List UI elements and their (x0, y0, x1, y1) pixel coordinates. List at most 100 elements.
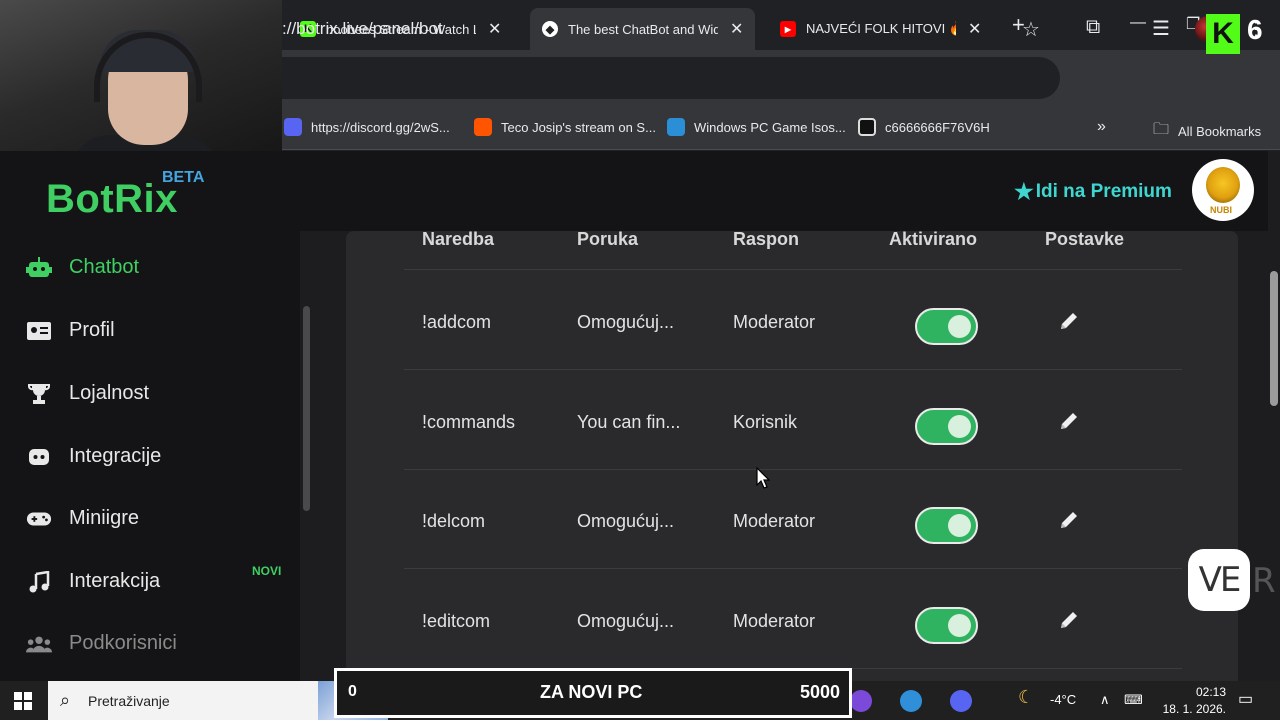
bookmark-c666[interactable]: c6666666F76V6H (858, 118, 990, 136)
sidebar-item-podkorisnici[interactable]: Podkorisnici (26, 632, 177, 655)
keyboard-icon[interactable]: ⌨ (1124, 692, 1143, 708)
avatar-text: NUBI (1210, 205, 1232, 215)
bookmark-soundcloud[interactable]: Teco Josip's stream on S... (474, 118, 656, 136)
edit-pencil-icon[interactable] (1058, 410, 1080, 432)
bee-logo-icon (1206, 167, 1240, 203)
address-bar[interactable] (240, 57, 1060, 99)
edit-pencil-icon[interactable] (1058, 509, 1080, 531)
kick-logo-overlay: K (1206, 14, 1240, 54)
search-placeholder: Pretraživanje (88, 693, 170, 709)
range-cell: Moderator (733, 511, 816, 531)
soundcloud-icon (474, 118, 492, 136)
folder-icon: 🗀 (1153, 121, 1170, 138)
toggle-knob (948, 315, 971, 338)
mouse-cursor-icon (756, 467, 770, 489)
sidebar-item-label: Integracije (69, 445, 162, 467)
enabled-toggle[interactable] (915, 408, 978, 445)
tab-title: The best ChatBot and Widg (568, 21, 718, 37)
enabled-toggle[interactable] (915, 308, 978, 345)
close-tab-icon[interactable]: ✕ (730, 19, 743, 39)
extensions-icon[interactable]: ⧉ (1086, 16, 1100, 39)
robot-icon (26, 256, 52, 279)
toggle-knob (948, 514, 971, 537)
edit-pencil-icon[interactable] (1058, 609, 1080, 631)
command-cell: !addcom (422, 312, 492, 332)
media-control-icon[interactable]: ☰ (1152, 16, 1170, 41)
bookmark-star-icon[interactable]: ☆ (1022, 17, 1040, 42)
notifications-icon[interactable]: ▭ (1238, 689, 1253, 709)
column-header-settings: Postavke (1045, 229, 1125, 249)
tab-botrix[interactable]: ◆ The best ChatBot and Widg ✕ (530, 8, 756, 50)
command-cell: !editcom (422, 611, 491, 631)
range-cell: Korisnik (733, 412, 798, 432)
message-cell: Omogućuj... (577, 611, 675, 631)
sidebar-item-profil[interactable]: Profil (26, 319, 115, 342)
bookmark-label: https://discord.gg/2wS... (311, 119, 450, 135)
beta-label: BETA (162, 169, 205, 186)
message-cell: Omogućuj... (577, 511, 675, 531)
sidebar-item-label: Interakcija (69, 570, 161, 592)
user-avatar[interactable]: NUBI (1192, 159, 1254, 221)
message-cell: You can fin... (577, 412, 681, 432)
page-scrollbar-thumb[interactable] (1270, 271, 1278, 406)
id-card-icon (26, 320, 52, 342)
address-url[interactable]: ://botrix.live/panel/bot (282, 19, 443, 39)
bookmark-discord[interactable]: https://discord.gg/2wS... (284, 118, 450, 136)
more-bookmarks-icon[interactable]: » (1097, 118, 1106, 136)
close-tab-icon[interactable]: ✕ (488, 19, 501, 39)
bookmark-label: Windows PC Game Isos... (694, 119, 846, 135)
clock-time: 02:13 (1195, 685, 1226, 699)
message-cell: Omogućuj... (577, 312, 675, 332)
toggle-knob (948, 614, 971, 637)
botrix-logo[interactable]: BotRix (46, 177, 178, 222)
column-header-message: Poruka (577, 229, 639, 249)
taskbar-search[interactable]: ⌕ Pretraživanje (48, 681, 388, 720)
sidebar-scrollbar-thumb[interactable] (303, 306, 310, 511)
row-divider (404, 469, 1182, 470)
tab-title: NAJVEĆI FOLK HITOVI 🔥2026 (806, 21, 956, 36)
gamepad-icon (26, 508, 52, 530)
screen: K noobees Stream - Watch Li ✕ ◆ The best… (0, 0, 1280, 720)
row-divider (404, 568, 1182, 569)
premium-link[interactable]: ★ Idi na Premium (1014, 179, 1172, 205)
sidebar-item-chatbot[interactable]: Chatbot (26, 256, 139, 279)
close-tab-icon[interactable]: ✕ (968, 19, 981, 39)
row-divider (404, 269, 1182, 270)
range-cell: Moderator (733, 611, 816, 631)
sidebar-item-integracije[interactable]: Integracije (26, 445, 161, 468)
sidebar: Chatbot Profil Lojalnost Integracije Min… (0, 231, 300, 681)
enabled-toggle[interactable] (915, 507, 978, 544)
bookmark-game-isos[interactable]: Windows PC Game Isos... (667, 118, 846, 136)
tray-chevron-icon[interactable]: ∧ (1100, 692, 1110, 708)
edit-pencil-icon[interactable] (1058, 310, 1080, 332)
sidebar-item-interakcija[interactable]: Interakcija (26, 570, 160, 593)
sidebar-item-miniigre[interactable]: Miniigre (26, 507, 139, 530)
webcam-overlay (0, 0, 282, 158)
weather-moon-icon[interactable]: ☾ (1018, 687, 1034, 708)
sidebar-item-label: Podkorisnici (69, 632, 177, 654)
discord-icon (26, 446, 52, 468)
discord-taskbar-icon[interactable] (950, 690, 972, 712)
trophy-icon (26, 383, 52, 405)
sidebar-item-label: Profil (69, 319, 115, 341)
goal-target: 5000 (800, 682, 841, 702)
all-bookmarks[interactable]: 🗀 All Bookmarks (1153, 118, 1261, 145)
sidebar-item-label: Lojalnost (69, 382, 150, 404)
system-clock[interactable]: 02:13 18. 1. 2026. (1160, 684, 1226, 718)
tab-youtube[interactable]: ▶ NAJVEĆI FOLK HITOVI 🔥2026 ✕ (768, 8, 993, 50)
row-divider (404, 369, 1182, 370)
edge-icon[interactable] (900, 690, 922, 712)
goal-current: 0 (348, 683, 357, 700)
goal-title: ZA NOVI PC (540, 682, 643, 702)
enabled-toggle[interactable] (915, 607, 978, 644)
weather-temp[interactable]: -4°C (1050, 692, 1076, 707)
iptv-icon[interactable] (850, 690, 872, 712)
sidebar-item-label: Chatbot (69, 256, 140, 278)
discord-icon (284, 118, 302, 136)
windows-start-icon[interactable] (14, 692, 32, 710)
clock-date: 18. 1. 2026. (1162, 702, 1226, 716)
sidebar-item-lojalnost[interactable]: Lojalnost (26, 382, 149, 405)
minimize-icon[interactable]: — (1130, 14, 1146, 32)
page-scrollbar[interactable] (1268, 151, 1280, 681)
column-header-command: Naredba (422, 229, 495, 249)
